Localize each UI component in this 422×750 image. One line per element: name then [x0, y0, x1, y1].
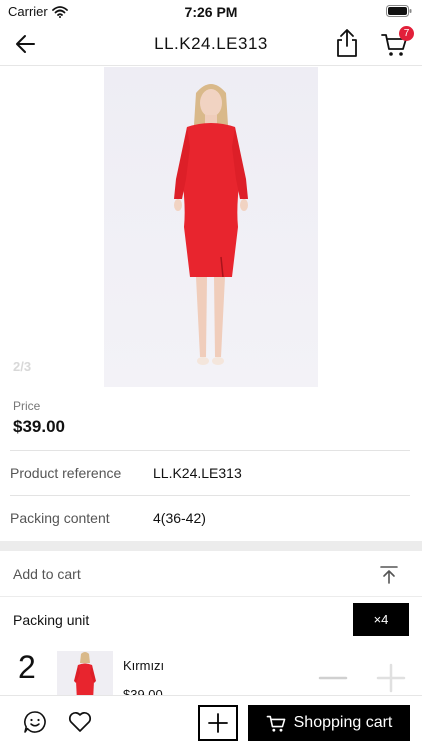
heart-icon[interactable]: [67, 710, 93, 734]
detail-row-packing-content: Packing content 4(36-42): [10, 495, 410, 540]
detail-key: Product reference: [10, 465, 122, 481]
detail-key: Packing content: [10, 510, 110, 526]
variant-thumbnail: [57, 651, 113, 695]
product-gallery[interactable]: 2/3: [0, 67, 422, 387]
image-counter: 2/3: [13, 359, 32, 374]
share-icon: [337, 29, 357, 57]
shopping-cart-button[interactable]: Shopping cart: [248, 705, 410, 741]
price-value: $39.00: [13, 417, 65, 436]
variant-row: 2 Kırmızı $39.00: [0, 645, 422, 695]
battery-icon: [386, 4, 412, 22]
plus-icon: [208, 713, 228, 733]
detail-value: 4(36-42): [153, 510, 206, 526]
status-bar: Carrier 7:26 PM: [0, 0, 422, 22]
shopping-cart-label: Shopping cart: [293, 714, 393, 731]
add-to-cart-header[interactable]: Add to cart: [0, 551, 422, 597]
add-button[interactable]: [198, 705, 238, 741]
product-photo[interactable]: [104, 67, 318, 387]
bottom-action-bar: Shopping cart: [0, 695, 422, 750]
add-to-cart-label: Add to cart: [13, 566, 81, 582]
increase-quantity-button[interactable]: [376, 663, 406, 693]
detail-value: LL.K24.LE313: [153, 465, 242, 481]
detail-row-product-reference: Product reference LL.K24.LE313: [10, 450, 410, 495]
packing-unit-label: Packing unit: [13, 612, 90, 628]
dress-thumbnail-image: [74, 652, 96, 695]
chat-smile-icon[interactable]: [23, 710, 47, 734]
packing-unit-option-button[interactable]: ×4: [353, 603, 409, 636]
cart-icon: [266, 715, 285, 732]
nav-bar: LL.K24.LE313 7: [0, 22, 422, 66]
share-button[interactable]: [334, 28, 360, 58]
variant-price: $39.00: [123, 687, 163, 695]
dress-model-image: [174, 84, 248, 365]
decrease-quantity-button[interactable]: [318, 663, 348, 693]
price-label: Price: [13, 399, 41, 413]
price-block: Price $39.00: [13, 399, 65, 437]
section-divider: [0, 541, 422, 551]
cart-count-badge: 7: [399, 26, 414, 41]
status-time: 7:26 PM: [184, 4, 238, 20]
collapse-up-icon[interactable]: [378, 564, 400, 586]
variant-quantity: 2: [18, 649, 36, 685]
variant-color-name: Kırmızı: [123, 658, 165, 673]
cart-button[interactable]: 7: [380, 26, 414, 58]
